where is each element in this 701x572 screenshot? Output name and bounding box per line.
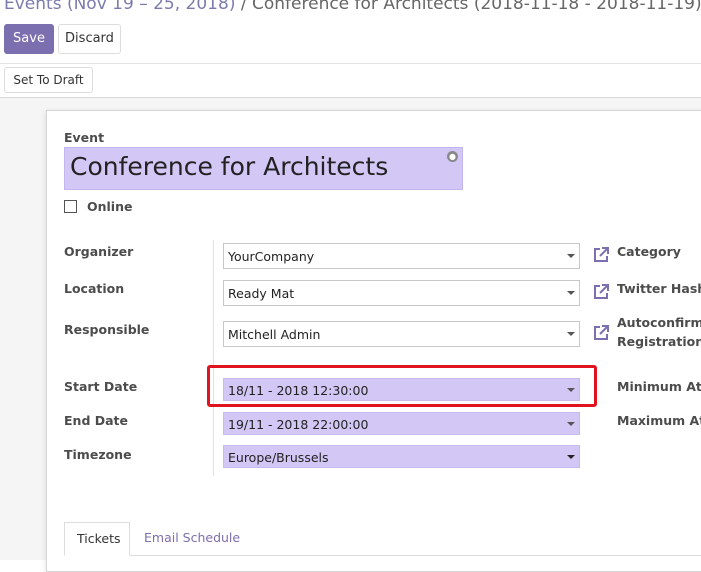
end-date-value: 19/11 - 2018 22:00:00	[228, 417, 369, 432]
external-link-icon[interactable]	[592, 324, 610, 342]
timezone-select[interactable]: Europe/Brussels	[223, 445, 580, 468]
set-to-draft-button[interactable]: Set To Draft	[4, 67, 93, 93]
autoconfirm-label: Autoconfirm	[617, 315, 701, 330]
divider	[0, 63, 701, 64]
location-label: Location	[64, 281, 125, 296]
globe-icon[interactable]: ●	[447, 151, 458, 162]
timezone-label: Timezone	[64, 447, 132, 462]
end-date-field[interactable]: 19/11 - 2018 22:00:00	[223, 412, 580, 435]
breadcrumb-current: Conference for Architects (2018-11-18 - …	[252, 0, 701, 14]
caret-down-icon[interactable]	[567, 254, 575, 258]
breadcrumb-parent-link[interactable]: Events (Nov 19 – 25, 2018)	[4, 0, 235, 14]
control-panel: Events (Nov 19 – 25, 2018) / Conference …	[0, 0, 701, 98]
start-date-label: Start Date	[64, 379, 138, 394]
responsible-value: Mitchell Admin	[228, 327, 321, 342]
discard-button[interactable]: Discard	[58, 24, 121, 54]
responsible-field[interactable]: Mitchell Admin	[223, 321, 580, 347]
twitter-hashtag-label: Twitter Hashta	[617, 281, 701, 296]
caret-down-icon[interactable]	[567, 422, 575, 426]
breadcrumb: Events (Nov 19 – 25, 2018) / Conference …	[4, 0, 701, 14]
organizer-field[interactable]: YourCompany	[223, 243, 580, 269]
category-label: Category	[617, 244, 681, 259]
registrations-label: Registrations	[617, 334, 701, 349]
maximum-attendees-label: Maximum Atte	[617, 413, 701, 428]
event-name-input[interactable]: Conference for Architects ●	[64, 147, 463, 190]
tab-email-schedule[interactable]: Email Schedule	[132, 522, 252, 556]
minimum-attendees-label: Minimum Atte	[617, 379, 701, 394]
responsible-label: Responsible	[64, 322, 150, 337]
caret-down-icon[interactable]	[567, 455, 575, 459]
end-date-label: End Date	[64, 413, 129, 428]
save-button[interactable]: Save	[4, 24, 54, 54]
location-value: Ready Mat	[228, 286, 295, 301]
online-label: Online	[87, 199, 133, 214]
location-field[interactable]: Ready Mat	[223, 280, 580, 306]
event-label: Event	[64, 130, 105, 145]
event-name-value: Conference for Architects	[70, 152, 389, 181]
start-date-highlight	[207, 365, 597, 407]
caret-down-icon[interactable]	[567, 291, 575, 295]
organizer-label: Organizer	[64, 244, 134, 259]
external-link-icon[interactable]	[592, 283, 610, 301]
organizer-value: YourCompany	[228, 249, 315, 264]
external-link-icon[interactable]	[592, 246, 610, 264]
breadcrumb-separator: /	[235, 0, 252, 14]
online-checkbox[interactable]	[64, 200, 77, 213]
timezone-value: Europe/Brussels	[228, 450, 329, 465]
tab-tickets[interactable]: Tickets	[64, 522, 130, 556]
caret-down-icon[interactable]	[567, 332, 575, 336]
separator-line	[213, 240, 214, 476]
